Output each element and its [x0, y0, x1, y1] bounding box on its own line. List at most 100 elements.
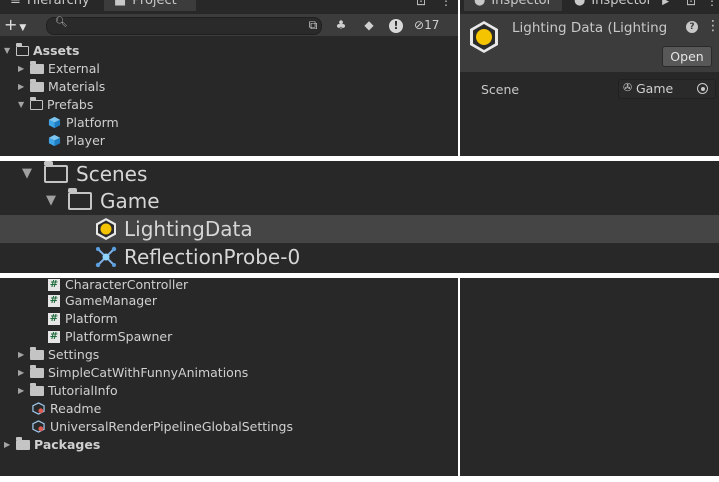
- tree-item-game[interactable]: ▼ Game: [46, 187, 160, 215]
- tree-item-urp-global-settings[interactable]: UniversalRenderPipelineGlobalSettings: [32, 418, 293, 436]
- folder-open-icon: [68, 187, 92, 210]
- exclamation-icon: !: [389, 19, 403, 33]
- prefab-cube-icon: [48, 134, 61, 147]
- tree-item-materials[interactable]: ▶ Materials: [18, 78, 105, 96]
- expanded-arrow-icon[interactable]: ▼: [18, 96, 30, 114]
- open-button[interactable]: Open: [662, 46, 712, 67]
- tab-inspector-2-label: Inspector: [591, 0, 652, 8]
- scene-field-value: Game: [636, 81, 674, 96]
- script-icon: #: [48, 330, 60, 343]
- tab-inspector-1-label: Inspector: [491, 0, 552, 8]
- collapsed-arrow-icon[interactable]: ▶: [18, 60, 30, 78]
- collapsed-arrow-icon[interactable]: ▶: [18, 346, 30, 364]
- panel-menu-icon[interactable]: ⋮: [440, 0, 452, 8]
- inspector-panel-top: ● Inspector ● Inspector ▶ ⊡ ⋮ Lighting Dat…: [460, 0, 719, 156]
- eye-slash-icon: ⊘: [414, 18, 425, 32]
- tree-item-settings[interactable]: ▶ Settings: [18, 346, 99, 364]
- collapsed-arrow-icon[interactable]: ▶: [18, 364, 30, 382]
- tree-item-label: TutorialInfo: [48, 383, 118, 398]
- inspector-title: Lighting Data (Lighting: [512, 20, 668, 36]
- tab-overflow-icon[interactable]: ▶: [662, 0, 669, 7]
- tree-item-label: Materials: [48, 79, 106, 94]
- panel-menu-icon[interactable]: ⋮: [706, 0, 718, 8]
- tree-item-external[interactable]: ▶ External: [18, 60, 100, 78]
- tree-item-label: LightingData: [124, 217, 253, 241]
- render-settings-icon: [32, 420, 45, 433]
- chevron-down-icon: ▼: [19, 23, 27, 33]
- tree-item-scenes[interactable]: ▼ Scenes: [22, 161, 147, 188]
- project-folder-icon: ■: [114, 0, 127, 8]
- script-icon: #: [48, 294, 60, 307]
- script-icon: #: [48, 312, 60, 325]
- folder-icon: [30, 346, 44, 360]
- tree-item-platformspawner[interactable]: # PlatformSpawner: [48, 328, 172, 346]
- tree-item-platform-script[interactable]: # Platform: [48, 310, 118, 328]
- tree-item-gamemanager[interactable]: # GameManager: [48, 292, 157, 310]
- tree-item-label: Game: [100, 189, 160, 213]
- create-button-label: +: [4, 15, 18, 34]
- tree-item-label: Platform: [65, 311, 118, 326]
- info-icon: ●: [574, 0, 586, 8]
- tree-item-simplecat[interactable]: ▶ SimpleCatWithFunnyAnimations: [18, 364, 248, 382]
- expanded-arrow-icon[interactable]: ▼: [22, 161, 44, 188]
- create-button[interactable]: + ▼: [4, 14, 26, 36]
- tree-item-label: UniversalRenderPipelineGlobalSettings: [50, 419, 293, 434]
- hidden-packages-toggle[interactable]: ⊘17: [414, 14, 454, 36]
- tree-item-label: Assets: [33, 43, 80, 58]
- tab-hierarchy[interactable]: ≡ Hierarchy: [0, 0, 100, 11]
- component-menu-icon[interactable]: ⋮: [706, 18, 719, 34]
- folder-open-icon: [16, 42, 29, 56]
- scene-object-field[interactable]: ✇ Game: [618, 79, 716, 99]
- expanded-arrow-icon[interactable]: ▼: [46, 187, 68, 215]
- log-exclamation-button[interactable]: !: [386, 14, 406, 36]
- search-input[interactable]: 🔍︎: [46, 17, 322, 35]
- folder-open-icon: [30, 96, 43, 110]
- label-tag-icon[interactable]: ◆: [360, 14, 378, 36]
- tree-item-label: Readme: [50, 401, 102, 416]
- prefab-cube-icon: [48, 116, 61, 129]
- tree-item-readme[interactable]: Readme: [32, 400, 101, 418]
- tree-item-label: Player: [66, 133, 105, 148]
- tree-item-label: CharacterController: [65, 278, 189, 292]
- tab-inspector-1[interactable]: ● Inspector: [464, 0, 562, 11]
- folder-icon: [30, 78, 44, 92]
- tree-item-label: Settings: [48, 347, 100, 362]
- tree-item-label: External: [48, 61, 100, 76]
- tree-item-label: GameManager: [65, 293, 158, 308]
- tree-item-assets[interactable]: ▼ Assets: [4, 42, 79, 60]
- tree-item-tutorialinfo[interactable]: ▶ TutorialInfo: [18, 382, 118, 400]
- tree-item-label: PlatformSpawner: [65, 329, 173, 344]
- inspector-header: Lighting Data (Lighting ? ⋮ Open: [460, 14, 719, 72]
- object-picker-icon[interactable]: [697, 83, 708, 94]
- project-panel-top: ≡ Hierarchy ■ Project ⊡ ⋮ + ▼ 🔍︎ ⧉ ♣ ◆ ! ⊘1…: [0, 0, 458, 156]
- folder-open-icon: [44, 161, 68, 183]
- expanded-arrow-icon[interactable]: ▼: [4, 42, 16, 60]
- folder-icon: [30, 382, 44, 396]
- help-icon[interactable]: ?: [686, 21, 698, 33]
- inspector-panel-bottom: [460, 278, 719, 476]
- scene-field-label: Scene: [481, 82, 520, 97]
- panel-lock-icon[interactable]: ⊡: [416, 0, 426, 8]
- tree-item-packages[interactable]: ▶ Packages: [4, 436, 100, 454]
- script-icon: #: [48, 278, 60, 291]
- unity-scene-icon: ✇: [623, 81, 633, 94]
- collapsed-arrow-icon[interactable]: ▶: [18, 382, 30, 400]
- tree-item-platform-prefab[interactable]: Platform: [48, 114, 119, 132]
- tree-item-prefabs[interactable]: ▼ Prefabs: [18, 96, 93, 114]
- project-panel-bottom: # CharacterController # GameManager # Platf…: [0, 278, 458, 476]
- info-icon: ●: [474, 0, 486, 8]
- tree-item-player-prefab[interactable]: Player: [48, 132, 105, 150]
- tab-project[interactable]: ■ Project: [104, 0, 196, 11]
- tab-inspector-2[interactable]: ● Inspector ▶: [564, 0, 680, 11]
- tab-hierarchy-label: Hierarchy: [26, 0, 90, 8]
- tree-item-lightingdata[interactable]: LightingData: [94, 215, 253, 243]
- panel-lock-icon[interactable]: ⊡: [686, 0, 696, 8]
- folder-icon: [16, 436, 30, 450]
- filter-by-type-icon[interactable]: ♣: [332, 14, 350, 36]
- collapsed-arrow-icon[interactable]: ▶: [4, 436, 16, 454]
- folder-icon: [30, 60, 44, 74]
- collapsed-arrow-icon[interactable]: ▶: [18, 78, 30, 96]
- search-by-type-icon[interactable]: ⧉: [304, 14, 322, 36]
- tree-item-label: ReflectionProbe-0: [124, 245, 301, 269]
- tree-item-reflectionprobe[interactable]: ReflectionProbe-0: [94, 243, 300, 271]
